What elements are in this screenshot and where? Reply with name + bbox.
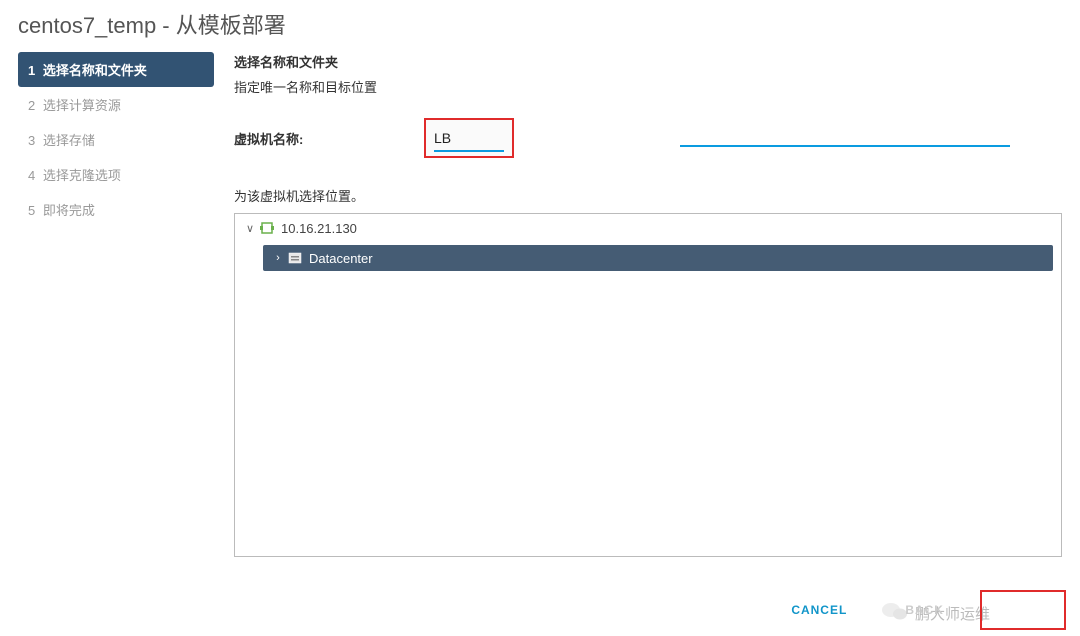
page-title: centos7_temp - 从模板部署 <box>0 0 1080 52</box>
tree-item-datacenter[interactable]: › Datacenter <box>263 245 1053 271</box>
cancel-button[interactable]: CANCEL <box>769 593 869 627</box>
datacenter-icon <box>287 250 303 266</box>
tree-root-label: 10.16.21.130 <box>281 221 357 236</box>
chevron-down-icon[interactable]: ∨ <box>243 222 257 235</box>
section-title: 选择名称和文件夹 <box>234 52 1062 71</box>
step-4-clone-options[interactable]: 4 选择克隆选项 <box>18 157 214 192</box>
step-label: 选择存储 <box>43 133 95 148</box>
step-number: 4 <box>28 168 35 183</box>
step-label: 选择名称和文件夹 <box>43 63 147 78</box>
vm-name-input[interactable] <box>434 126 504 152</box>
step-1-name-folder[interactable]: 1 选择名称和文件夹 <box>18 52 214 87</box>
vm-name-highlight-box <box>424 118 514 158</box>
input-underline <box>680 145 1010 147</box>
wizard-footer: CANCEL BACK NEXT <box>769 590 1066 630</box>
step-label: 选择计算资源 <box>43 98 121 113</box>
next-highlight-box: NEXT <box>980 590 1066 630</box>
section-subtitle: 指定唯一名称和目标位置 <box>234 77 1062 96</box>
step-2-compute-resource[interactable]: 2 选择计算资源 <box>18 87 214 122</box>
tree-item-label: Datacenter <box>309 251 373 266</box>
step-5-ready[interactable]: 5 即将完成 <box>18 192 214 227</box>
chevron-right-icon[interactable]: › <box>271 252 285 264</box>
step-3-storage[interactable]: 3 选择存储 <box>18 122 214 157</box>
location-hint: 为该虚拟机选择位置。 <box>234 186 1062 205</box>
location-tree[interactable]: ∨ 10.16.21.130 › Datacenter <box>234 213 1062 557</box>
step-number: 2 <box>28 98 35 113</box>
vcenter-icon <box>259 220 275 236</box>
main-panel: 选择名称和文件夹 指定唯一名称和目标位置 虚拟机名称: 为该虚拟机选择位置。 ∨… <box>214 52 1062 557</box>
wizard-sidebar: 1 选择名称和文件夹 2 选择计算资源 3 选择存储 4 选择克隆选项 5 即将… <box>18 52 214 557</box>
step-number: 3 <box>28 133 35 148</box>
tree-root-host[interactable]: ∨ 10.16.21.130 <box>235 214 1061 242</box>
step-number: 1 <box>28 63 35 78</box>
vm-name-label: 虚拟机名称: <box>234 129 424 148</box>
back-button: BACK <box>883 593 966 627</box>
step-label: 即将完成 <box>43 203 95 218</box>
step-label: 选择克隆选项 <box>43 168 121 183</box>
next-button[interactable]: NEXT <box>983 593 1063 627</box>
step-number: 5 <box>28 203 35 218</box>
